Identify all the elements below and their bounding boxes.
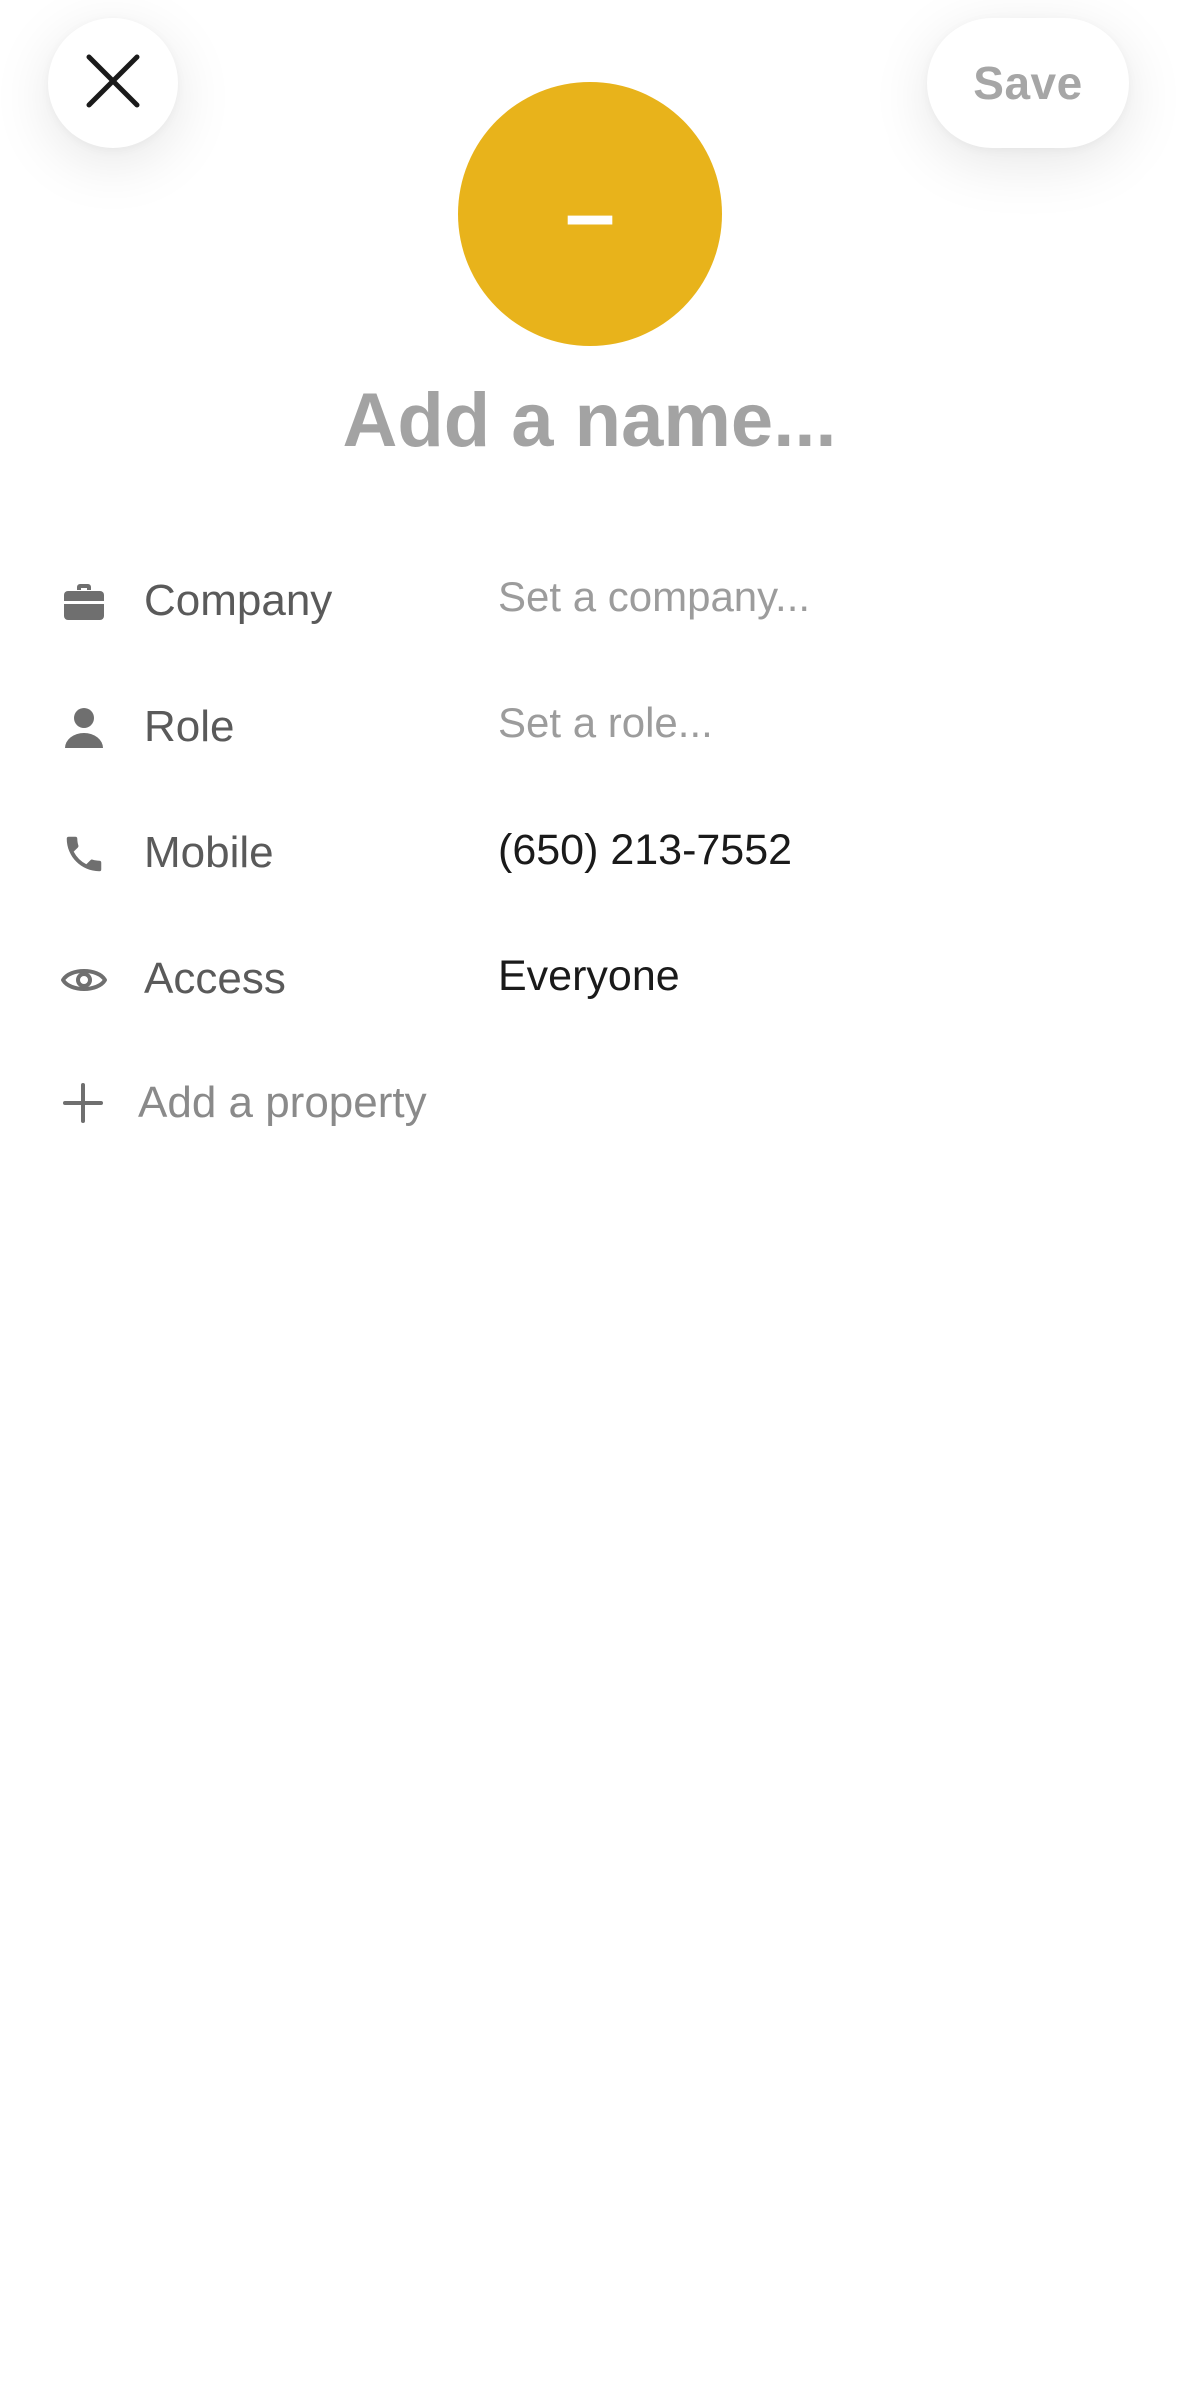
phone-icon (60, 830, 108, 878)
property-row-company: Company (0, 554, 1179, 654)
avatar[interactable]: – (458, 82, 722, 346)
add-property-button[interactable]: Add a property (50, 1060, 427, 1146)
property-row-mobile: Mobile (650) 213-7552 (0, 806, 1179, 906)
save-button[interactable]: Save (927, 18, 1129, 148)
property-label-company: Company (144, 576, 333, 625)
person-icon (60, 704, 108, 752)
property-row-role: Role (0, 680, 1179, 780)
save-button-label: Save (973, 57, 1083, 109)
briefcase-icon (60, 578, 108, 626)
access-value[interactable]: Everyone (498, 952, 680, 1001)
eye-icon (60, 956, 108, 1004)
property-label-access: Access (144, 954, 286, 1003)
close-icon (85, 53, 141, 114)
company-field[interactable] (498, 562, 1118, 632)
role-field[interactable] (498, 688, 1118, 758)
name-input[interactable] (0, 365, 1179, 475)
mobile-value[interactable]: (650) 213-7552 (498, 826, 792, 875)
property-row-access: Access Everyone (0, 932, 1179, 1032)
plus-icon (50, 1070, 116, 1136)
add-property-label: Add a property (138, 1078, 427, 1127)
property-label-mobile: Mobile (144, 828, 274, 877)
property-label-role: Role (144, 702, 235, 751)
close-button[interactable] (48, 18, 178, 148)
avatar-initial: – (564, 163, 616, 264)
